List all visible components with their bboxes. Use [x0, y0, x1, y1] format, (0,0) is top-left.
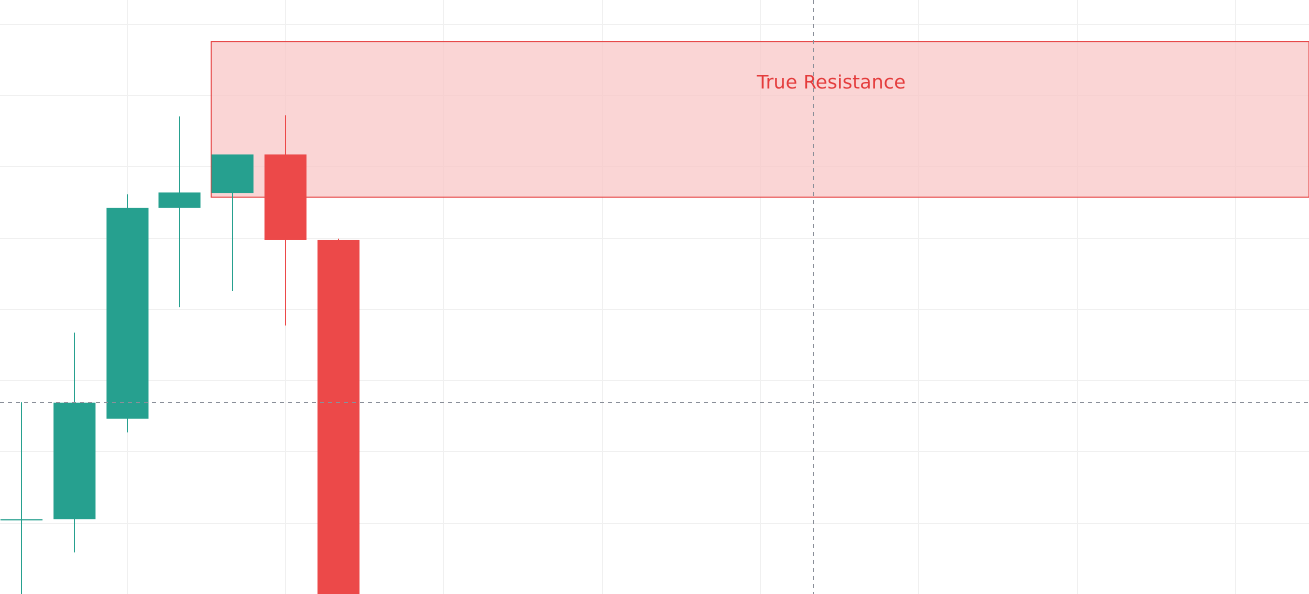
candle-body-bullish — [0, 519, 43, 521]
candle-layer — [0, 115, 360, 594]
candle-body-bullish — [106, 207, 149, 419]
candle-body-bullish — [211, 154, 254, 194]
resistance-zone-label: True Resistance — [756, 72, 906, 94]
chart-canvas[interactable]: True Resistance — [0, 0, 1309, 594]
zone-layer: True Resistance — [210, 41, 1309, 198]
candle-body-bearish — [264, 154, 307, 240]
candle-body-bullish — [53, 402, 96, 520]
resistance-zone — [210, 41, 1309, 198]
candlestick-chart[interactable]: True Resistance — [0, 0, 1309, 594]
candle-body-bullish — [158, 192, 201, 208]
candle-body-bearish — [317, 239, 360, 594]
